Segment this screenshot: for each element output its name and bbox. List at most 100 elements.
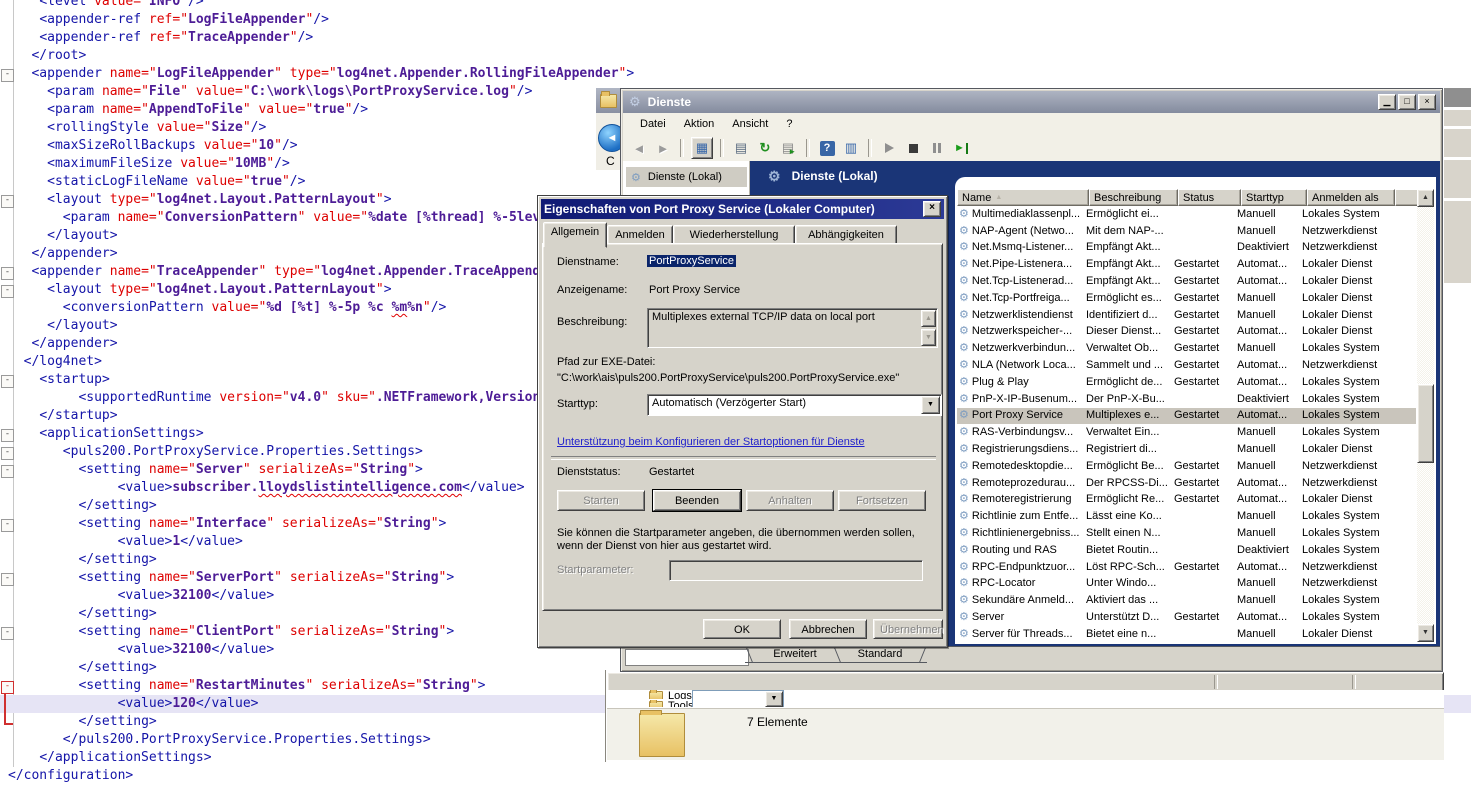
- tree-item-label: Dienste (Lokal): [648, 171, 722, 183]
- tab-standard[interactable]: Standard: [837, 647, 923, 663]
- menu-hilfe[interactable]: ?: [777, 116, 801, 132]
- service-gear-icon: ⚙: [959, 527, 969, 539]
- tab-erweitert[interactable]: Erweitert: [749, 647, 841, 663]
- service-name-value[interactable]: PortProxyService: [647, 255, 736, 267]
- cell-anmelden-als: Lokaler Dienst: [1302, 274, 1416, 289]
- close-icon[interactable]: ×: [923, 201, 941, 217]
- service-row[interactable]: ⚙NLA (Network Loca...Sammelt und ...Gest…: [957, 357, 1416, 374]
- service-row[interactable]: ⚙Remoteprozedurau...Der RPCSS-Di...Gesta…: [957, 475, 1416, 492]
- column-header-name[interactable]: Name▲: [957, 189, 1089, 206]
- cell-anmelden-als: Lokaler Dienst: [1302, 308, 1416, 323]
- service-gear-icon: ⚙: [959, 477, 969, 489]
- service-row[interactable]: ⚙Remotedesktopdie...Ermöglicht Be...Gest…: [957, 458, 1416, 475]
- pause-button[interactable]: Anhalten: [746, 490, 834, 511]
- export-list-button[interactable]: ▤►: [779, 138, 799, 158]
- description-field[interactable]: Multiplexes external TCP/IP data on loca…: [647, 308, 938, 348]
- services-titlebar[interactable]: ⚙ Dienste ▁ □ ×: [623, 91, 1440, 113]
- chevron-down-icon[interactable]: ▼: [765, 691, 783, 707]
- help-button[interactable]: ?: [817, 138, 837, 158]
- close-button[interactable]: ×: [1418, 94, 1436, 110]
- dialog-titlebar[interactable]: Eigenschaften von Port Proxy Service (Lo…: [541, 199, 944, 219]
- show-console-tree-button[interactable]: ▦: [691, 137, 713, 159]
- scroll-down-icon[interactable]: ▼: [1417, 624, 1434, 642]
- service-row[interactable]: ⚙RPC-Endpunktzuor...Löst RPC-Sch...Gesta…: [957, 559, 1416, 576]
- service-row[interactable]: ⚙Sekundäre Anmeld...Aktiviert das ...Man…: [957, 592, 1416, 609]
- start-params-input[interactable]: [669, 560, 923, 581]
- resume-button[interactable]: Fortsetzen: [838, 490, 926, 511]
- column-header-beschreibung[interactable]: Beschreibung: [1089, 189, 1178, 206]
- tab-allgemein[interactable]: Allgemein: [543, 222, 607, 248]
- start-service-button[interactable]: [879, 138, 899, 158]
- service-row[interactable]: ⚙Plug & PlayErmöglicht de...GestartetAut…: [957, 374, 1416, 391]
- scroll-up-icon[interactable]: ▲: [921, 310, 936, 327]
- pause-service-button[interactable]: [927, 138, 947, 158]
- service-row[interactable]: ⚙PnP-X-IP-Busenum...Der PnP-X-Bu...Deakt…: [957, 391, 1416, 408]
- properties-button[interactable]: ▤: [731, 138, 751, 158]
- tree-item-dienste-lokal[interactable]: ⚙ Dienste (Lokal): [626, 167, 747, 187]
- services-node-icon: ⚙: [631, 171, 641, 184]
- stop-service-button[interactable]: [903, 138, 923, 158]
- cell-starttyp: Automat...: [1237, 375, 1302, 390]
- explorer-pane-fragment: [596, 170, 622, 195]
- column-header-anmelden-als[interactable]: Anmelden als: [1307, 189, 1395, 206]
- cell-starttyp: Manuell: [1237, 341, 1302, 356]
- ok-button[interactable]: OK: [703, 619, 781, 639]
- service-row[interactable]: ⚙NetzwerklistendienstIdentifiziert d...G…: [957, 307, 1416, 324]
- chevron-down-icon[interactable]: ▼: [921, 396, 940, 414]
- maximize-button[interactable]: □: [1398, 94, 1416, 110]
- startup-type-combobox[interactable]: Automatisch (Verzögerter Start) ▼: [647, 394, 942, 416]
- back-button[interactable]: ◄: [629, 138, 649, 158]
- startup-options-help-link[interactable]: Unterstützung beim Konfigurieren der Sta…: [557, 436, 865, 448]
- description-scrollbar[interactable]: ▲ ▼: [921, 310, 936, 346]
- code-line: <appender name="LogFileAppender" type="l…: [0, 65, 1471, 83]
- apply-button[interactable]: Übernehmen: [873, 619, 943, 639]
- service-row[interactable]: ⚙Net.Pipe-Listenera...Empfängt Akt...Ges…: [957, 256, 1416, 273]
- cell-beschreibung: Löst RPC-Sch...: [1086, 560, 1174, 575]
- service-row[interactable]: ⚙Routing und RASBietet Routin...Deaktivi…: [957, 542, 1416, 559]
- service-row[interactable]: ⚙Net.Tcp-Listenerad...Empfängt Akt...Ges…: [957, 273, 1416, 290]
- service-row[interactable]: ⚙Netzwerkspeicher-...Dieser Dienst...Ges…: [957, 324, 1416, 341]
- service-row[interactable]: ⚙Registrierungsdiens...Registriert di...…: [957, 441, 1416, 458]
- restart-service-button[interactable]: ►: [951, 138, 971, 158]
- folder-icon: [649, 701, 663, 707]
- menu-datei[interactable]: Datei: [631, 116, 675, 132]
- service-row[interactable]: ⚙NAP-Agent (Netwo...Mit dem NAP-...Manue…: [957, 223, 1416, 240]
- cancel-button[interactable]: Abbrechen: [789, 619, 867, 639]
- back-icon: ◄: [633, 141, 646, 156]
- vertical-scrollbar[interactable]: ▲ ▼: [1417, 189, 1434, 642]
- scroll-up-icon[interactable]: ▲: [1417, 189, 1434, 207]
- window-title: Dienste: [648, 95, 1376, 109]
- menu-aktion[interactable]: Aktion: [675, 116, 724, 132]
- minimize-button[interactable]: ▁: [1378, 94, 1396, 110]
- dialog-title: Eigenschaften von Port Proxy Service (Lo…: [544, 202, 923, 216]
- cell-starttyp: Manuell: [1237, 593, 1302, 608]
- service-row[interactable]: ⚙RAS-Verbindungsv...Verwaltet Ein...Manu…: [957, 424, 1416, 441]
- cell-anmelden-als: Netzwerkdienst: [1302, 459, 1416, 474]
- column-header-status[interactable]: Status: [1178, 189, 1241, 206]
- service-row[interactable]: ⚙Multimediaklassenpl...Ermöglicht ei...M…: [957, 206, 1416, 223]
- start-button[interactable]: Starten: [557, 490, 645, 511]
- service-row[interactable]: ⚙RemoteregistrierungErmöglicht Re...Gest…: [957, 492, 1416, 509]
- cell-starttyp: Automat...: [1237, 274, 1302, 289]
- service-row[interactable]: ⚙Richtlinienergebniss...Stellt einen N..…: [957, 525, 1416, 542]
- service-row[interactable]: ⚙Server für Threads...Bietet eine n...Ma…: [957, 626, 1416, 642]
- display-name-label: Anzeigename:: [557, 284, 627, 296]
- scrollbar-thumb[interactable]: [1417, 384, 1434, 463]
- toolbar-separator: [720, 139, 724, 157]
- stop-button[interactable]: Beenden: [653, 490, 741, 511]
- extended-view-button[interactable]: ▥: [841, 138, 861, 158]
- forward-button[interactable]: ►: [653, 138, 673, 158]
- service-row[interactable]: ⚙Netzwerkverbindun...Verwaltet Ob...Gest…: [957, 340, 1416, 357]
- services-header-title: Dienste (Lokal): [792, 169, 878, 183]
- service-row[interactable]: ⚙Net.Msmq-Listener...Empfängt Akt...Deak…: [957, 240, 1416, 257]
- menu-ansicht[interactable]: Ansicht: [723, 116, 777, 132]
- service-row[interactable]: ⚙Port Proxy ServiceMultiplexes e...Gesta…: [957, 408, 1416, 425]
- service-row[interactable]: ⚙Net.Tcp-Portfreiga...Ermöglicht es...Ge…: [957, 290, 1416, 307]
- column-header-starttyp[interactable]: Starttyp: [1241, 189, 1307, 206]
- scroll-down-icon[interactable]: ▼: [921, 329, 936, 346]
- service-row[interactable]: ⚙Richtlinie zum Entfe...Lässt eine Ko...…: [957, 508, 1416, 525]
- service-row[interactable]: ⚙RPC-LocatorUnter Windo...ManuellNetzwer…: [957, 576, 1416, 593]
- combobox-fragment[interactable]: ▼: [692, 690, 784, 707]
- refresh-button[interactable]: ↻: [755, 138, 775, 158]
- service-row[interactable]: ⚙ServerUnterstützt D...GestartetAutomat.…: [957, 609, 1416, 626]
